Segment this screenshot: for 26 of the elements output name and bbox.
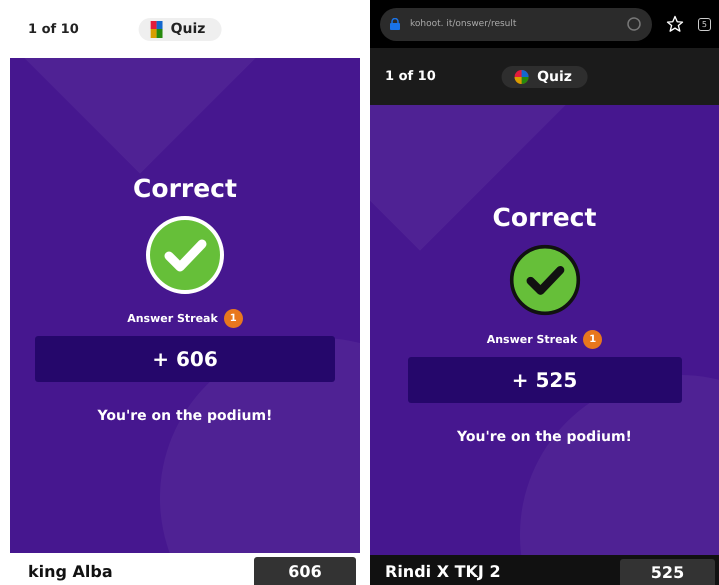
result-title: Correct xyxy=(492,203,596,232)
colorful-ball-icon xyxy=(513,68,530,84)
quiz-label: Quiz xyxy=(537,68,572,84)
points-banner: + 606 xyxy=(35,336,335,382)
score-total: 606 xyxy=(254,557,356,585)
lock-icon xyxy=(390,18,400,30)
question-counter: 1 of 10 xyxy=(28,22,79,36)
star-icon[interactable] xyxy=(666,15,684,33)
colorful-book-icon xyxy=(150,20,163,38)
address-bar[interactable]: kohoot. it/onswer/result xyxy=(380,8,652,40)
streak-label: Answer Streak xyxy=(127,312,218,325)
url-text: kohoot. it/onswer/result xyxy=(410,19,518,29)
tab-count[interactable]: 5 xyxy=(698,18,711,30)
score-total: 525 xyxy=(620,559,715,585)
podium-message: You're on the podium! xyxy=(98,408,272,424)
points-banner: + 525 xyxy=(408,357,682,403)
player-name: Rindi X TKJ 2 xyxy=(385,562,501,583)
reload-icon[interactable] xyxy=(626,16,642,32)
streak-label: Answer Streak xyxy=(486,333,578,346)
question-counter: 1 of 10 xyxy=(385,69,436,84)
podium-message: You're on the podium! xyxy=(457,429,632,445)
quiz-label: Quiz xyxy=(170,21,206,37)
result-title: Correct xyxy=(133,174,237,203)
streak-badge: 1 xyxy=(583,330,602,349)
player-name: king Alba xyxy=(28,562,113,583)
streak-badge: 1 xyxy=(224,309,243,328)
